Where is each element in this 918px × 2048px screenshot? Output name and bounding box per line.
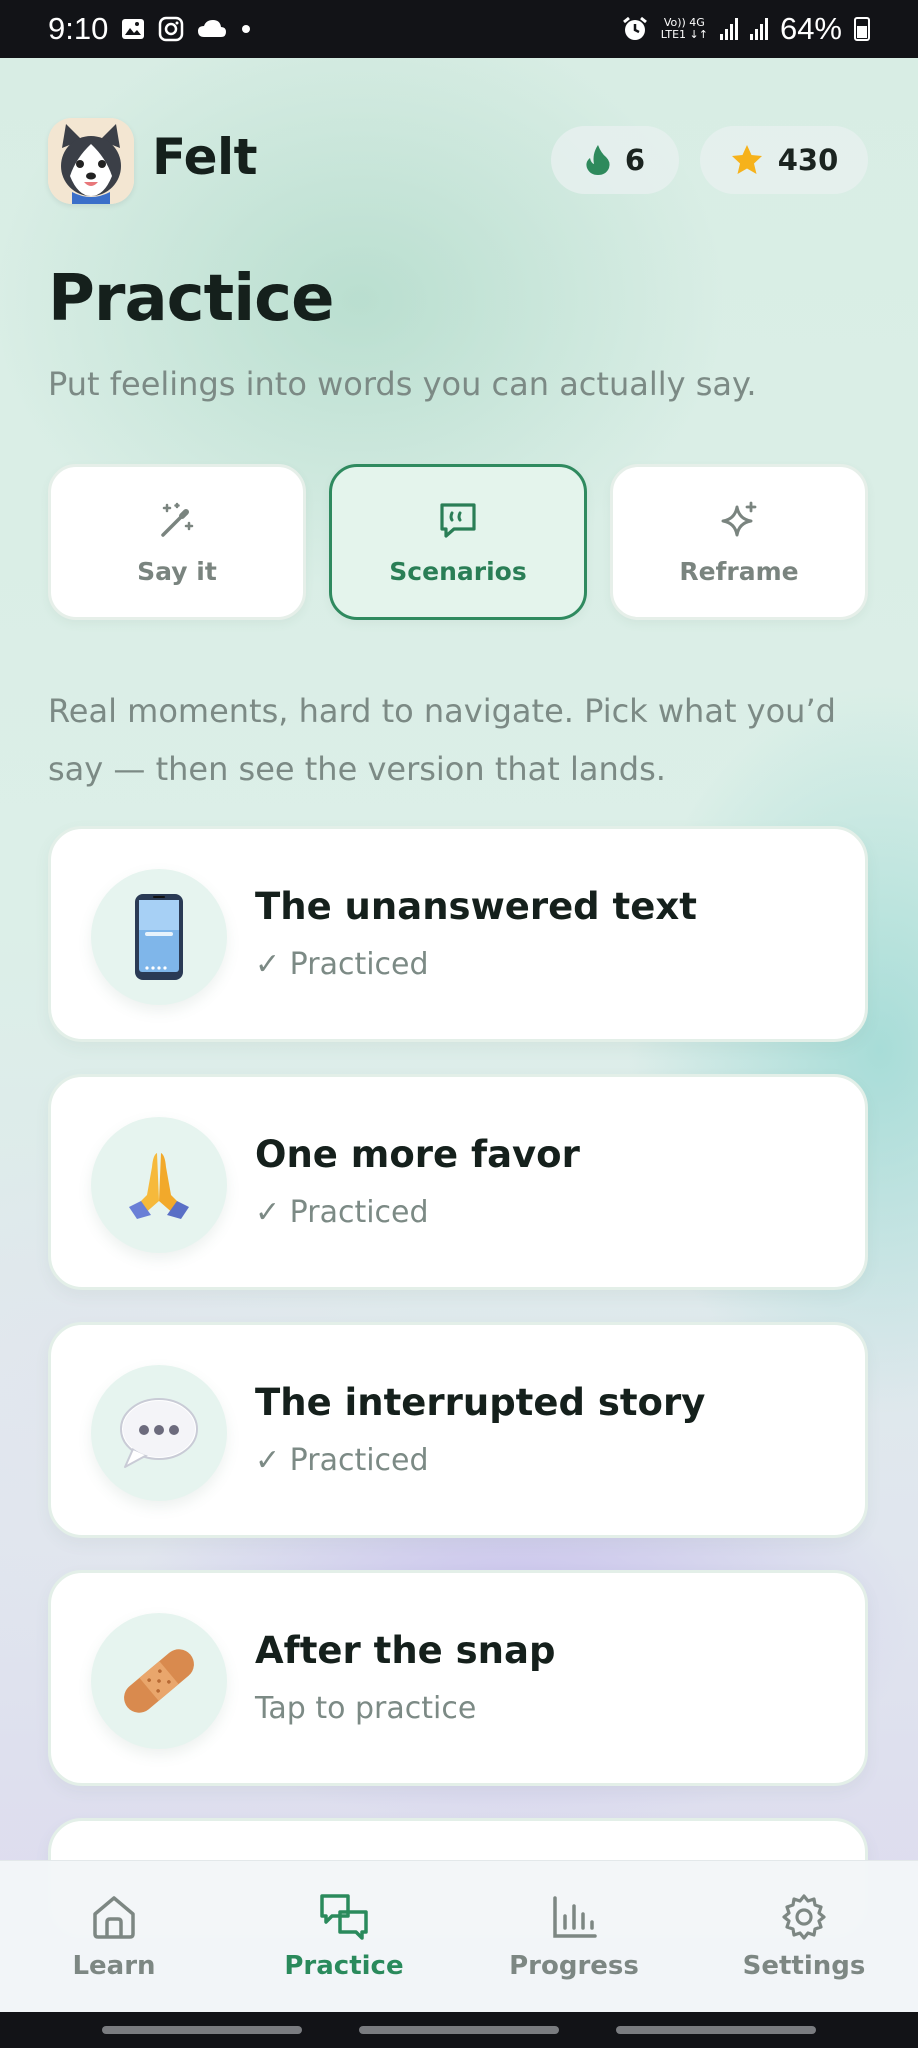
scenario-title: One more favor [255,1133,580,1176]
scenario-status: ✓ Practiced [255,1195,429,1230]
battery-percent: 64% [779,11,842,46]
page-title: Practice [48,262,334,336]
scenario-title: The interrupted story [255,1381,706,1424]
nav-practice[interactable]: Practice [254,1889,434,1981]
status-right: Vo)) 4G LTE1 ↓↑ 64% [621,11,870,47]
tab-reframe[interactable]: Reframe [610,464,868,620]
chat-icon [320,1894,368,1940]
phone-icon [91,869,227,1005]
status-time: 9:10 [48,11,109,46]
scenario-status: ✓ Practiced [255,947,429,982]
bottom-navigation: Learn Practice Progress Settings [0,1860,918,2012]
scenario-card-interrupted-story[interactable]: The interrupted story ✓ Practiced [48,1322,868,1538]
home-icon [93,1896,135,1939]
battery-icon [854,17,870,41]
app-name: Felt [152,128,258,186]
quote-bubble-icon [440,502,476,538]
nav-practice-label: Practice [284,1951,404,1981]
tab-scenarios[interactable]: Scenarios [329,464,587,620]
scenario-card-after-the-snap[interactable]: After the snap Tap to practice [48,1570,868,1786]
husky-avatar-logo[interactable] [48,118,134,204]
system-navigation-bar [0,2012,918,2048]
tab-say-it[interactable]: Say it [48,464,306,620]
gear-icon [782,1894,826,1940]
star-icon [731,145,762,174]
scenarios-intro: Real moments, hard to navigate. Pick wha… [48,692,836,788]
page-subtitle: Put feelings into words you can actually… [48,365,757,403]
bar-chart-icon [553,1896,597,1938]
nav-learn-label: Learn [72,1951,156,1981]
bandage-icon [91,1613,227,1749]
signal-2-icon [749,18,768,40]
instagram-icon [159,16,184,42]
scenario-status: ✓ Practiced [255,1443,429,1478]
stars-count: 430 [777,143,839,177]
system-nav-handle [616,2026,816,2034]
sparkle-icon [721,501,757,536]
streak-count: 6 [624,143,646,177]
alarm-icon [622,16,647,40]
scenario-status: Tap to practice [255,1691,477,1726]
stars-badge[interactable]: 430 [700,126,868,194]
status-bar: 9:10 Vo)) 4G LTE1 ↓↑ 64% [0,0,918,58]
tab-scenarios-label: Scenarios [389,556,527,586]
system-nav-handle [102,2026,302,2034]
speech-bubble-icon [91,1365,227,1501]
system-nav-handle [359,2026,559,2034]
flame-icon [586,145,610,175]
network-bottom: LTE1 ↓↑ [660,28,708,41]
notification-dot-icon [242,25,251,33]
streak-badge[interactable]: 6 [551,126,679,194]
nav-settings[interactable]: Settings [714,1889,894,1981]
tab-reframe-label: Reframe [679,556,799,586]
network-label: Vo)) 4G LTE1 ↓↑ [661,17,708,41]
cloud-icon [198,20,227,37]
gallery-icon [122,19,145,39]
husky-icon [48,118,134,204]
signal-icon [719,18,738,40]
scenario-card-one-more-favor[interactable]: One more favor ✓ Practiced [48,1074,868,1290]
nav-settings-label: Settings [742,1951,866,1981]
nav-progress[interactable]: Progress [484,1889,664,1981]
scenario-title: The unanswered text [255,885,697,928]
tab-say-it-label: Say it [137,556,217,586]
scenario-title: After the snap [255,1629,556,1672]
nav-progress-label: Progress [509,1951,639,1981]
praying-hands-icon [91,1117,227,1253]
nav-learn[interactable]: Learn [24,1889,204,1981]
status-left: 9:10 [48,11,252,47]
scenario-card-unanswered-text[interactable]: The unanswered text ✓ Practiced [48,826,868,1042]
magic-wand-icon [161,502,194,537]
